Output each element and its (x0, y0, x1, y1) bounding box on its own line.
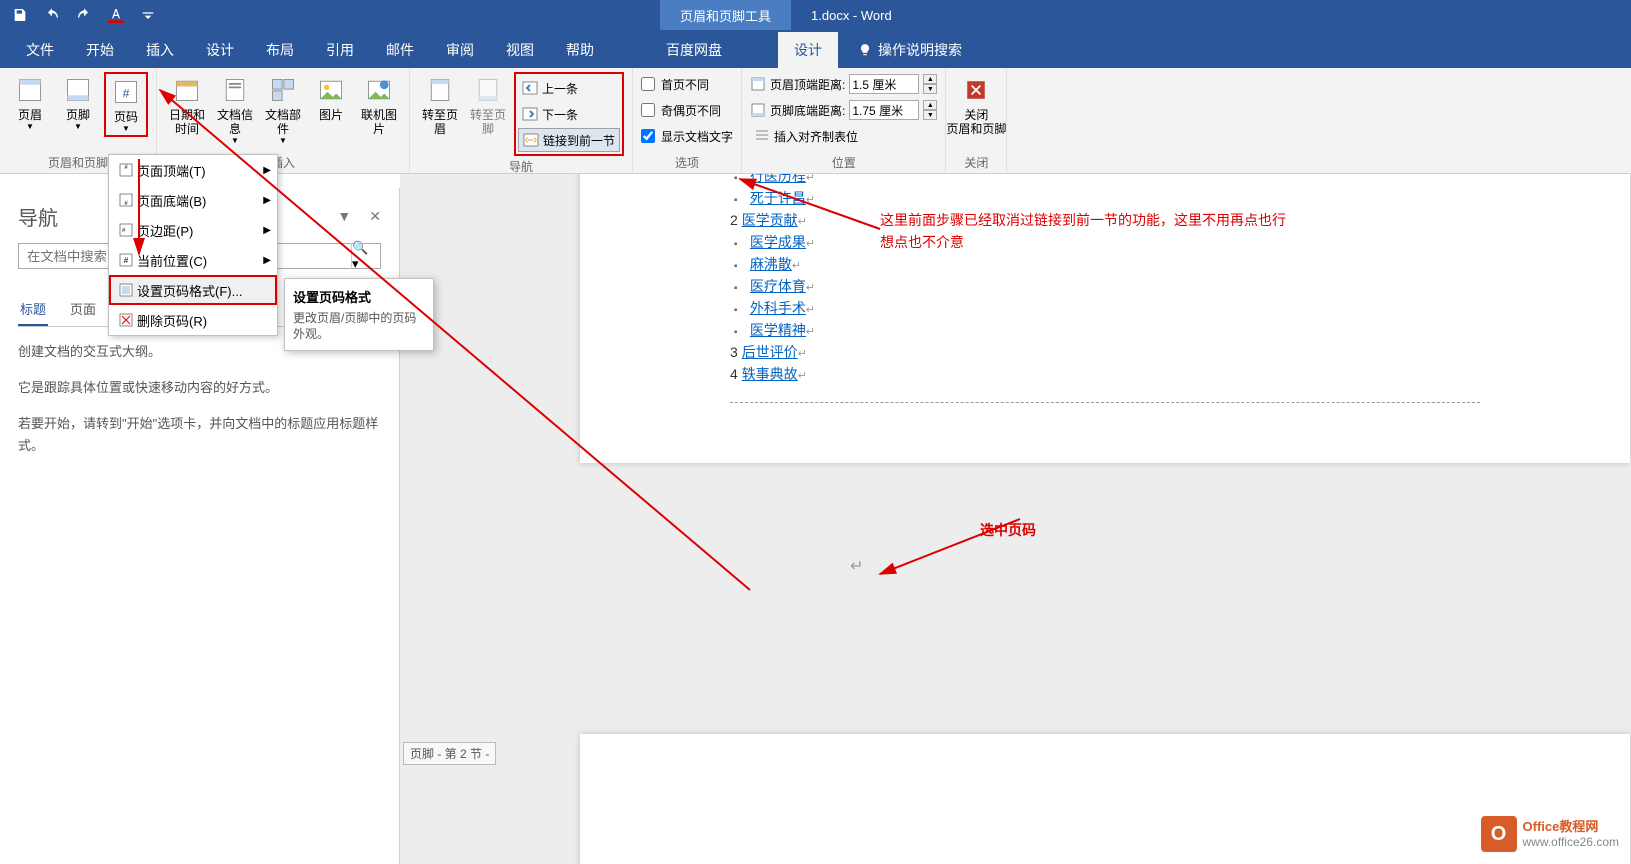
tab-design-main[interactable]: 设计 (190, 32, 250, 68)
header-button[interactable]: 页眉▼ (8, 72, 52, 133)
nav-tab-headings[interactable]: 标题 (18, 293, 48, 326)
watermark-url: www.office26.com (1523, 835, 1620, 849)
toc-line: 4 轶事典故↵ (730, 364, 1480, 384)
annotation-1: 这里前面步骤已经取消过链接到前一节的功能，这里不用再点也行 想点也不介意 (880, 209, 1286, 253)
watermark-brand: Office教程网 (1523, 819, 1620, 835)
tab-mail[interactable]: 邮件 (370, 32, 430, 68)
arrow-down-1 (129, 154, 149, 264)
nav-pane-title: 导航 (18, 202, 58, 231)
footer-section-tag: 页脚 - 第 2 节 - (403, 742, 496, 765)
page-number-button[interactable]: #页码▼ (104, 72, 148, 137)
footer-bottom-input[interactable] (849, 100, 919, 120)
toc-line: ▪麻沸散↵ (730, 254, 1480, 274)
tab-insert[interactable]: 插入 (130, 32, 190, 68)
tab-review[interactable]: 审阅 (430, 32, 490, 68)
toc-line: ▪外科手术↵ (730, 298, 1480, 318)
tab-file[interactable]: 文件 (10, 32, 70, 68)
watermark: O Office教程网 www.office26.com (1481, 816, 1620, 852)
close-hf-button[interactable]: 关闭 页眉和页脚 (954, 72, 998, 138)
toc-line: 3 后世评价↵ (730, 342, 1480, 362)
save-button[interactable] (8, 3, 32, 27)
insert-alignment-tab-button[interactable]: 插入对齐制表位 (750, 124, 937, 148)
header-top-input[interactable] (849, 74, 919, 94)
spinner-up[interactable]: ▲ (923, 100, 937, 110)
arrow-long (150, 80, 770, 610)
ribbon-tabs: 文件 开始 插入 设计 布局 引用 邮件 审阅 视图 帮助 百度网盘 设计 操作… (0, 30, 1631, 68)
undo-button[interactable] (40, 3, 64, 27)
group-label-position: 位置 (750, 154, 937, 171)
toc-line: ▪医疗体育↵ (730, 276, 1480, 296)
spinner-up[interactable]: ▲ (923, 74, 937, 84)
title-bar: 页眉和页脚工具 1.docx - Word (0, 0, 1631, 30)
document-title: 1.docx - Word (791, 0, 912, 30)
tab-view[interactable]: 视图 (490, 32, 550, 68)
tell-me-search[interactable]: 操作说明搜索 (838, 32, 982, 68)
footer-button[interactable]: 页脚▼ (56, 72, 100, 133)
tell-me-label: 操作说明搜索 (878, 40, 962, 60)
enter-icon: ↵ (850, 556, 863, 576)
header-top-label: 页眉顶端距离: (770, 76, 845, 93)
tab-hf-design[interactable]: 设计 (778, 32, 838, 68)
context-tab-label: 页眉和页脚工具 (660, 0, 791, 30)
toc-line: ▪医学精神↵ (730, 320, 1480, 340)
spinner-down[interactable]: ▼ (923, 110, 937, 120)
redo-button[interactable] (72, 3, 96, 27)
tab-layout[interactable]: 布局 (250, 32, 310, 68)
tab-home[interactable]: 开始 (70, 32, 130, 68)
spinner-down[interactable]: ▼ (923, 84, 937, 94)
tab-help[interactable]: 帮助 (550, 32, 610, 68)
annotation-2: 选中页码 (980, 519, 1036, 541)
tab-references[interactable]: 引用 (310, 32, 370, 68)
group-label-close: 关闭 (954, 154, 998, 171)
quick-access-toolbar (0, 3, 160, 27)
qat-dropdown-icon[interactable] (136, 3, 160, 27)
font-color-button[interactable] (104, 3, 128, 27)
watermark-logo-icon: O (1481, 816, 1517, 852)
footer-bottom-label: 页脚底端距离: (770, 102, 845, 119)
tab-baidu[interactable]: 百度网盘 (650, 32, 738, 68)
nav-tab-pages[interactable]: 页面 (68, 293, 98, 326)
document-page-2[interactable] (580, 734, 1630, 864)
svg-text:#: # (123, 86, 130, 100)
